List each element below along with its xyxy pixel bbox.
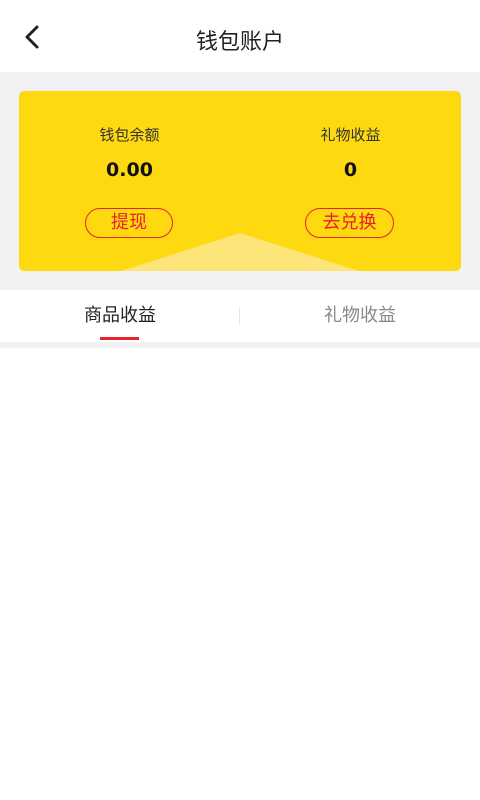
page-title: 钱包账户 — [195, 30, 284, 55]
balance-section: 钱包余额 0.00 提现 — [19, 91, 240, 271]
gift-earnings-label: 礼物收益 — [320, 126, 381, 144]
tab-gift-earnings[interactable]: 礼物收益 — [240, 290, 480, 342]
active-tab-indicator — [100, 337, 139, 340]
gift-earnings-section: 礼物收益 0 去兑换 — [240, 91, 461, 271]
earnings-list — [0, 348, 480, 800]
earnings-tabs: 商品收益 礼物收益 — [0, 290, 480, 342]
gift-earnings-value: 0 — [343, 159, 358, 181]
balance-label: 钱包余额 — [99, 126, 160, 144]
exchange-button[interactable]: 去兑换 — [305, 208, 394, 238]
withdraw-button[interactable]: 提现 — [85, 208, 173, 238]
tab-product-earnings[interactable]: 商品收益 — [0, 290, 240, 342]
balance-value: 0.00 — [106, 159, 153, 181]
wallet-card: 钱包余额 0.00 提现 礼物收益 0 去兑换 — [19, 91, 461, 271]
header-bar: 钱包账户 — [0, 0, 480, 72]
